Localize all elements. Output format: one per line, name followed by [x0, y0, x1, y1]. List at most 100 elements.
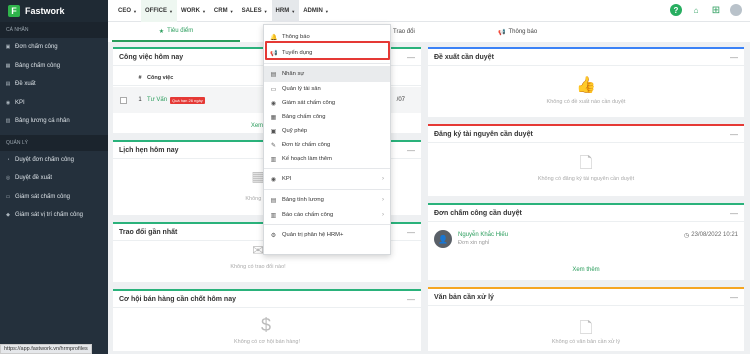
home-icon[interactable]: ⌂ [690, 4, 702, 16]
collapse-icon[interactable]: — [407, 295, 415, 304]
section-manage: QUẢN LÝ [0, 134, 108, 151]
attendance-time: ◷ 23/08/2022 10:21 [684, 232, 738, 239]
approve-icon: ◔ [6, 156, 10, 163]
top-bar: CEO ▼ OFFICE ▼ WORK ▼ CRM ▼ SALES ▼ HRM ▼ ADMI… [108, 0, 750, 22]
calendar-icon: ▣ [270, 128, 277, 135]
card-documents: Văn bản cần xử lý — 🗋 Không có văn bản cầ… [428, 287, 744, 351]
menu-item-timesheet[interactable]: ▦ Bảng chấm công [264, 110, 390, 124]
menu-item-kpi[interactable]: ◉ KPI › [264, 171, 390, 187]
salary-icon: ▤ [270, 197, 277, 204]
menu-item-asset-management[interactable]: ▭ Quản lý tài sản [264, 82, 390, 96]
view-more-link[interactable]: Xem thêm [428, 267, 744, 273]
eye-icon: ◉ [270, 176, 277, 183]
nav-ceo[interactable]: CEO ▼ [114, 0, 141, 22]
edit-icon: ✎ [270, 142, 277, 149]
collapse-icon[interactable]: — [407, 228, 415, 237]
caret-down-icon: ▼ [324, 8, 329, 14]
nav-sales[interactable]: SALES ▼ [238, 0, 272, 22]
star-icon: ★ [158, 28, 165, 35]
collapse-icon[interactable]: — [407, 146, 415, 155]
app-name: Fastwork [25, 6, 65, 16]
overdue-badge: Quá hạn 26 ngày [170, 96, 205, 104]
table-icon: ▦ [5, 62, 11, 69]
sidebar-item-salary[interactable]: ▥ Bảng lương cá nhân [0, 112, 108, 131]
sidebar: F Fastwork CÁ NHÂN ▣ Đơn chấm công ▦ Bảng … [0, 0, 108, 354]
megaphone-icon: 📢 [498, 29, 506, 36]
chart-icon: ▥ [270, 212, 277, 219]
tab-discuss[interactable]: Trao đổi [393, 22, 415, 42]
nav-admin[interactable]: ADMIN ▼ [299, 0, 333, 22]
file-icon: ▣ [5, 44, 11, 51]
menu-item-attendance-forms[interactable]: ✎ Đơn từ chấm công [264, 138, 390, 152]
collapse-icon[interactable]: — [730, 53, 738, 62]
location-icon: ◆ [6, 212, 10, 219]
nav-work[interactable]: WORK ▼ [177, 0, 210, 22]
sidebar-item-attendance-form[interactable]: ▣ Đơn chấm công [0, 38, 108, 57]
nav-office[interactable]: OFFICE ▼ [140, 0, 177, 22]
caret-down-icon: ▼ [263, 8, 268, 14]
table-icon: ▦ [270, 114, 277, 121]
menu-item-overtime-plan[interactable]: ▥ Kế hoạch làm thêm [264, 152, 390, 166]
caret-down-icon: ▼ [201, 8, 206, 14]
clipboard-icon: ▥ [270, 156, 277, 163]
chevron-right-icon: › [382, 197, 384, 203]
proposal-icon: ▤ [5, 81, 11, 88]
task-link[interactable]: Tư Vấn [147, 97, 167, 103]
monitor-icon: ▭ [270, 86, 277, 93]
monitor-icon: ▭ [5, 193, 11, 200]
user-avatar[interactable] [730, 4, 742, 16]
sidebar-item-timesheet[interactable]: ▦ Bảng chấm công [0, 57, 108, 76]
sidebar-item-proposal[interactable]: ▤ Đề xuất [0, 75, 108, 94]
card-title: Công việc hôm nay [119, 53, 184, 61]
menu-item-attendance-report[interactable]: ▥ Báo cáo chấm công › [264, 208, 390, 222]
card-sales-opportunities: Cơ hội bán hàng cần chốt hôm nay — $ Khôn… [113, 289, 421, 351]
clock-icon: ◷ [684, 233, 690, 239]
caret-down-icon: ▼ [133, 8, 137, 14]
menu-item-payroll[interactable]: ▤ Bảng tính lương › [264, 192, 390, 208]
apps-grid-icon[interactable]: ⊞ [710, 4, 722, 16]
sidebar-item-approve-attendance[interactable]: ◔ Duyệt đơn chấm công [0, 151, 108, 170]
row-checkbox[interactable] [119, 96, 127, 104]
card-proposals: Đề xuất cần duyệt — 👍 Không có đề xuất nà… [428, 47, 744, 117]
menu-item-hr[interactable]: ▤ Nhân sự [264, 66, 390, 82]
salary-icon: ▥ [5, 118, 11, 125]
person-name[interactable]: Nguyễn Khắc Hiếu [458, 232, 508, 238]
collapse-icon[interactable]: — [730, 209, 738, 218]
collapse-icon[interactable]: — [407, 53, 415, 62]
status-bar-url: https://app.fastwork.vn/hrmprofiles [0, 344, 92, 354]
section-personal: CÁ NHÂN [0, 22, 108, 38]
user-icon: ◉ [270, 100, 277, 107]
sidebar-item-approve-proposal[interactable]: ◎ Duyệt đề xuất [0, 169, 108, 188]
menu-item-hrm-admin[interactable]: ⚙ Quản trị phân hệ HRM+ [264, 227, 390, 243]
collapse-icon[interactable]: — [730, 293, 738, 302]
sidebar-item-monitor-location[interactable]: ◆ Giám sát vị trí chấm công [0, 206, 108, 225]
caret-down-icon: ▼ [291, 8, 296, 14]
document-icon: 🗋 [579, 155, 593, 172]
nav-crm[interactable]: CRM ▼ [210, 0, 238, 22]
attendance-item[interactable]: 👤 Nguyễn Khắc Hiếu Đơn xin nghỉ [434, 230, 508, 248]
chevron-right-icon: › [382, 176, 384, 182]
approve-proposal-icon: ◎ [5, 175, 11, 182]
collapse-icon[interactable]: — [730, 130, 738, 139]
fastwork-logo-icon: F [8, 5, 20, 17]
thumbs-up-icon: 👍 [576, 77, 596, 94]
top-nav: CEO ▼ OFFICE ▼ WORK ▼ CRM ▼ SALES ▼ HRM ▼ ADMI… [114, 0, 333, 22]
caret-down-icon: ▼ [229, 8, 234, 14]
tab-notify[interactable]: 📢 Thông báo [498, 22, 537, 42]
sidebar-item-kpi[interactable]: ◉ KPI [0, 94, 108, 113]
nav-hrm[interactable]: HRM ▼ [271, 0, 300, 22]
tab-focus[interactable]: ★ Tiêu điểm [112, 22, 240, 42]
menu-item-leave-fund[interactable]: ▣ Quỹ phép [264, 124, 390, 138]
menu-item-attendance-monitor[interactable]: ◉ Giám sát chấm công [264, 96, 390, 110]
tab-bar: ★ Tiêu điểm Trao đổi 📢 Thông báo [108, 22, 750, 42]
sidebar-item-monitor-attendance[interactable]: ▭ Giám sát chấm công [0, 188, 108, 207]
app-logo[interactable]: F Fastwork [0, 0, 108, 22]
highlight-box [265, 41, 390, 60]
gear-icon: ⚙ [270, 232, 277, 239]
bell-icon: 🔔 [270, 34, 278, 41]
avatar: 👤 [434, 230, 452, 248]
caret-down-icon: ▼ [168, 8, 173, 14]
help-icon[interactable]: ? [670, 4, 682, 16]
eye-icon: ◉ [5, 99, 11, 106]
chevron-right-icon: › [382, 212, 384, 218]
